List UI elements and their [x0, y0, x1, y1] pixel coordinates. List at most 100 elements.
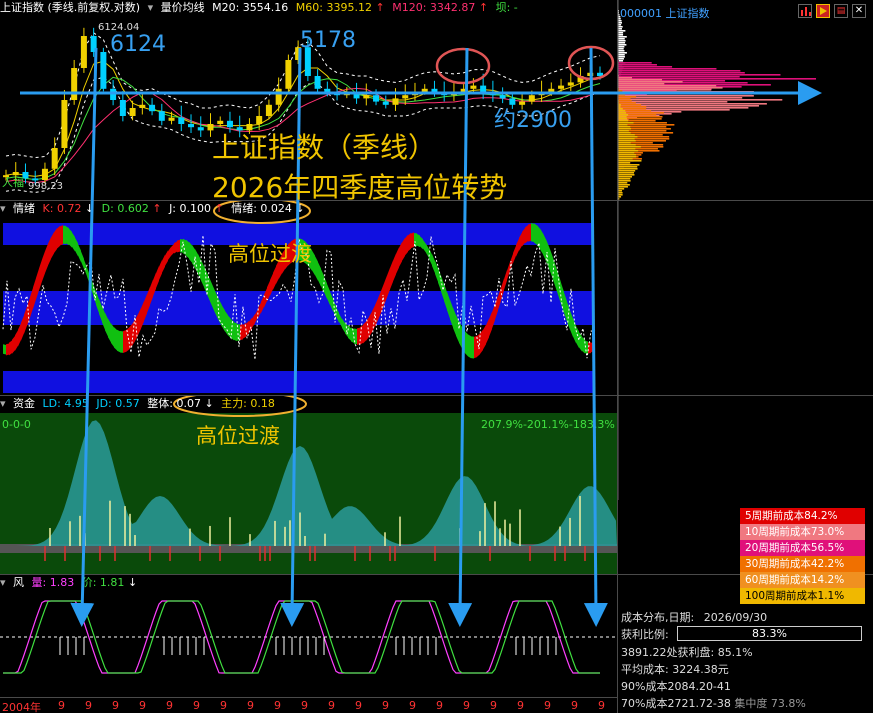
chip-bar [618, 188, 625, 190]
fund-pane[interactable]: ▾ 资金 LD: 4.95 JD: 0.57 整体: 0.07 ↓ 主力: 0.… [0, 396, 617, 574]
emotion-ribbon-segment [483, 324, 486, 350]
emotion-ribbon-segment [363, 321, 366, 344]
candle-body [538, 92, 545, 96]
chip-bar [618, 128, 631, 130]
candle-body [470, 85, 477, 89]
emotion-ribbon-segment [120, 331, 123, 353]
candle-body [548, 88, 555, 92]
chip-legend-item: 30周期前成本42.2% [740, 556, 865, 572]
candle-body [441, 92, 448, 96]
chip-bar [618, 46, 625, 48]
k-value: K: 0.72 [42, 202, 82, 215]
chip-bar [618, 54, 625, 56]
close-icon[interactable]: ✕ [852, 4, 866, 18]
x-axis-tick: 9 [220, 699, 227, 712]
candle-body [51, 148, 58, 169]
emotion-ribbon-segment [9, 340, 12, 356]
candle-body [178, 117, 185, 124]
chip-bar [618, 118, 628, 120]
emotion-ribbon-segment [591, 341, 594, 353]
collapse-icon[interactable]: ▾ [0, 397, 6, 410]
chip-bar [618, 152, 635, 154]
candle-body [558, 85, 565, 89]
wind-indicator-name[interactable]: 风 [13, 576, 24, 589]
chip-bar [618, 116, 627, 118]
emotion-ribbon-segment [426, 243, 429, 259]
chip-bar [618, 126, 631, 128]
cost-70-range: 70%成本2721.72-38 [621, 697, 731, 710]
emotion-ribbon-segment [168, 247, 171, 261]
emotion-ribbon-segment [174, 241, 177, 254]
chip-bar [618, 168, 638, 170]
x-axis-tick: 9 [355, 699, 362, 712]
emotion-ribbon-segment [117, 329, 120, 353]
k-down-icon: ↓ [84, 202, 95, 215]
emotion-ribbon-segment [81, 251, 84, 269]
chip-bar [618, 174, 635, 176]
bar-chart-icon[interactable] [798, 4, 812, 18]
candle-body [382, 101, 389, 105]
emotion-ribbon-segment [408, 232, 411, 252]
emotion-ribbon-segment [549, 246, 552, 277]
chip-bar [618, 160, 642, 162]
chip-bar [618, 77, 632, 79]
chip-bar [618, 158, 633, 160]
emotion-ribbon-segment [18, 323, 21, 347]
chart-title: 上证指数 (季线.前复权.对数) [0, 1, 141, 14]
wind-pane[interactable]: ▾ 风 量: 1.83 价: 1.81 ↓ [0, 575, 617, 697]
chip-distribution-panel[interactable]: 000001 上证指数 ▤ ✕ [618, 0, 873, 713]
emotion-ribbon-segment [6, 343, 9, 356]
emotion-chart[interactable] [0, 201, 617, 395]
candle-body [80, 36, 87, 68]
price-pane-header: 上证指数 (季线.前复权.对数) ▾ 量价均线 M20: 3554.16 M60… [0, 0, 522, 16]
indicator-name[interactable]: 量价均线 [161, 1, 205, 14]
chip-bar [618, 180, 631, 182]
chip-bar [618, 154, 637, 156]
chip-bar [618, 186, 628, 188]
emotion-ribbon-segment [228, 315, 231, 339]
emotion-ribbon-segment [318, 262, 321, 287]
chip-bar [618, 106, 647, 108]
chip-bar [618, 38, 625, 40]
chip-legend-item: 10周期前成本73.0% [740, 524, 865, 540]
candle-body [567, 82, 574, 86]
chip-bar [618, 97, 743, 99]
x-axis-tick: 9 [463, 699, 470, 712]
chip-bar [618, 68, 717, 70]
chip-bar [618, 164, 640, 166]
emotion-ribbon-segment [123, 330, 126, 353]
chip-bar [618, 142, 631, 144]
chip-bar [618, 56, 625, 58]
emotion-ribbon-segment [165, 250, 168, 266]
annotation-peak-6124: 6124 [110, 32, 166, 57]
overall-down-icon: ↓ [204, 397, 214, 410]
chip-legend-item: 5周期前成本84.2% [740, 508, 865, 524]
flag-icon[interactable] [816, 4, 830, 18]
collapse-icon[interactable]: ▾ [0, 576, 6, 589]
chip-bar [618, 62, 652, 64]
emotion-ribbon-segment [504, 270, 507, 290]
chip-bar [618, 184, 630, 186]
wind-chart[interactable] [0, 575, 617, 697]
emotion-ribbon-segment [417, 233, 420, 248]
cost-70: 70%成本2721.72-38 集中度 73.8% [621, 695, 806, 711]
emotion-ribbon-segment [411, 232, 414, 249]
chip-bar [618, 146, 641, 148]
candle-body [402, 95, 409, 99]
fund-indicator-name[interactable]: 资金 [13, 397, 35, 410]
emotion-indicator-name[interactable]: 情绪 [13, 202, 35, 215]
main-force-value: 主力: 0.18 [221, 397, 275, 410]
collapse-icon[interactable]: ▾ [0, 202, 6, 215]
annotation-transition-fund: 高位过渡 [196, 424, 280, 448]
chip-bar [618, 172, 635, 174]
chip-bar [618, 50, 625, 52]
dropdown-icon[interactable]: ▾ [148, 1, 154, 14]
emotion-ribbon-segment [273, 266, 276, 290]
emotion-pane[interactable]: ▾ 情绪 K: 0.72 ↓ D: 0.602 ↑ J: 0.100 ↑ 情绪:… [0, 201, 617, 395]
candle-body [528, 95, 535, 102]
annotation-title-line1: 上证指数（季线） [212, 131, 437, 164]
layers-icon[interactable]: ▤ [834, 4, 848, 18]
x-axis-start: 2004年 [2, 701, 41, 713]
chip-bar [618, 64, 657, 66]
x-axis-tick: 9 [382, 699, 389, 712]
